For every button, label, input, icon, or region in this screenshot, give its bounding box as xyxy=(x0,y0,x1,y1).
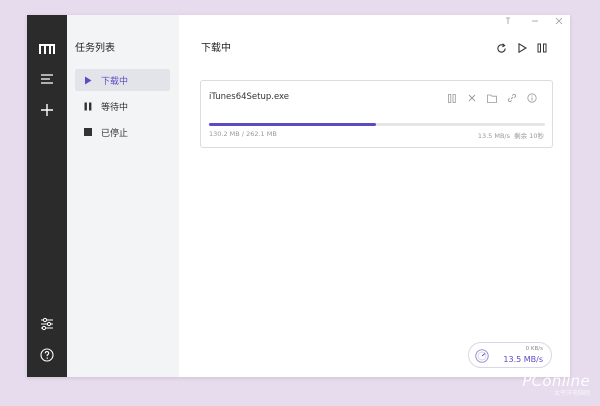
info-icon[interactable] xyxy=(522,91,542,105)
logo-icon[interactable] xyxy=(37,39,57,59)
download-task-card[interactable]: iTunes64Setup.exe 130.2 MB / 262.1 MB 13… xyxy=(200,80,553,148)
minimize-icon[interactable] xyxy=(531,17,539,28)
speed-meter-widget[interactable]: 0 KB/s 13.5 MB/s xyxy=(468,342,552,368)
close-icon[interactable] xyxy=(555,17,563,28)
page-title: 下载中 xyxy=(201,43,231,54)
refresh-icon[interactable] xyxy=(494,41,508,55)
folder-icon[interactable] xyxy=(482,91,502,105)
task-remaining: 剩余 10秒 xyxy=(514,132,544,140)
download-progress-bar xyxy=(209,123,545,126)
task-list-title: 任务列表 xyxy=(75,43,115,54)
task-list-item-label: 已停止 xyxy=(101,128,129,139)
pin-icon[interactable] xyxy=(504,17,512,28)
sidebar xyxy=(27,15,67,377)
task-list-item-stopped[interactable]: 已停止 xyxy=(75,121,170,143)
link-icon[interactable] xyxy=(502,91,522,105)
download-progress-fill xyxy=(209,123,376,126)
pause-all-icon[interactable] xyxy=(535,41,549,55)
task-speed: 13.5 MB/s xyxy=(477,132,511,140)
help-icon[interactable] xyxy=(37,345,57,365)
pause-icon xyxy=(81,102,95,111)
pause-icon[interactable] xyxy=(442,91,462,105)
task-size: 130.2 MB / 262.1 MB xyxy=(209,130,277,138)
settings-icon[interactable] xyxy=(37,314,57,334)
task-filename: iTunes64Setup.exe xyxy=(209,92,290,102)
upload-speed: 0 KB/s xyxy=(525,346,543,352)
menu-icon[interactable] xyxy=(37,69,57,89)
app-window: 任务列表 下载中 等待中 已停止 下载中 iTunes64Setup.exe 1… xyxy=(27,15,570,377)
play-icon xyxy=(81,76,95,85)
download-speed: 13.5 MB/s xyxy=(503,355,543,364)
resume-all-icon[interactable] xyxy=(515,41,529,55)
task-speed-info: 13.5 MB/s 剩余 10秒 xyxy=(478,130,544,140)
task-list-item-downloading[interactable]: 下载中 xyxy=(75,69,170,91)
task-actions xyxy=(442,91,542,105)
delete-icon[interactable] xyxy=(462,91,482,105)
task-list-item-label: 下载中 xyxy=(101,76,129,87)
task-list-panel: 任务列表 下载中 等待中 已停止 xyxy=(67,15,179,377)
stop-icon xyxy=(81,128,95,136)
main-panel: 下载中 iTunes64Setup.exe 130.2 MB / 262.1 M… xyxy=(179,15,570,377)
task-list-item-label: 等待中 xyxy=(101,102,129,113)
pconline-watermark: PConline 太平洋电脑网 xyxy=(510,372,590,397)
task-list-item-waiting[interactable]: 等待中 xyxy=(75,95,170,117)
speedometer-icon xyxy=(475,348,489,363)
add-icon[interactable] xyxy=(37,100,57,120)
